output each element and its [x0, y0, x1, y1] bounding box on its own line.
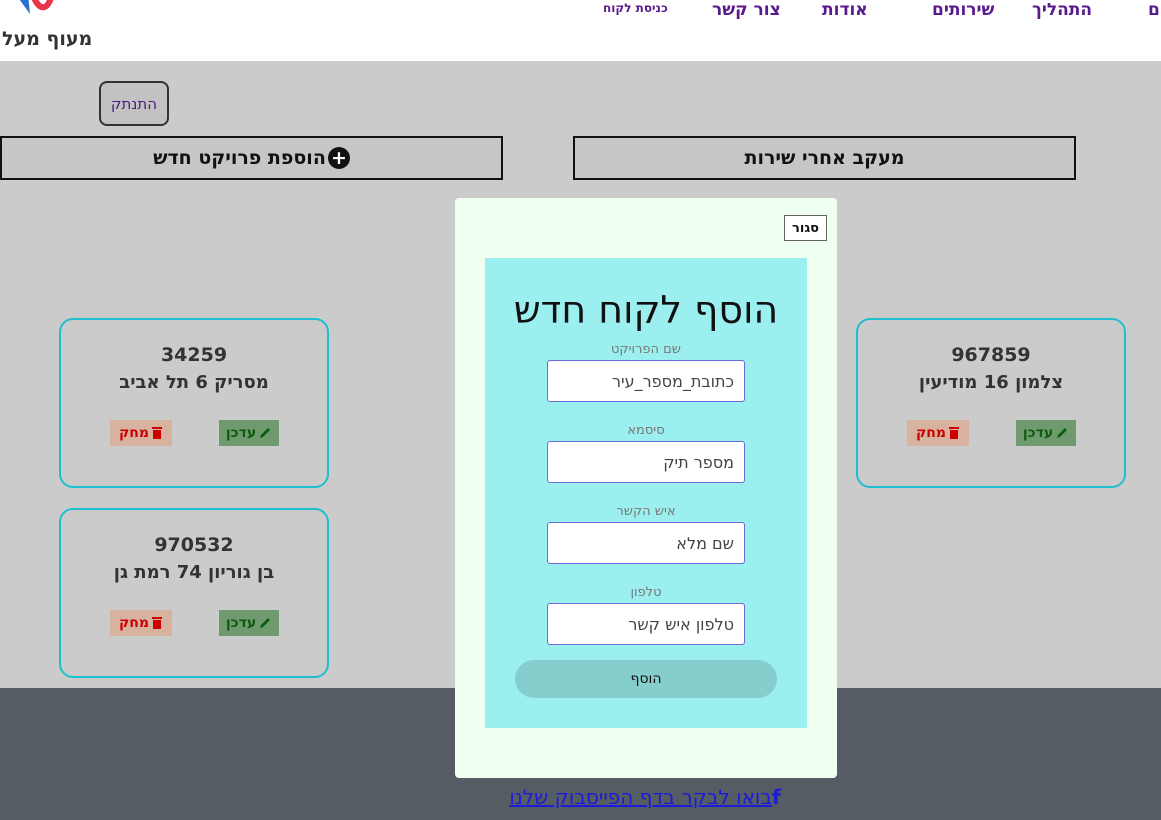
service-tracking-button[interactable]: מעקב אחרי שירות [573, 136, 1076, 180]
delete-label: מחק [118, 425, 150, 441]
nav-item-client-login[interactable]: כניסת לקוח [603, 1, 668, 15]
service-tracking-label: מעקב אחרי שירות [744, 147, 905, 169]
nav-item-services[interactable]: שירותים [932, 0, 994, 20]
edit-button[interactable]: עדכן [219, 610, 279, 636]
logo-icon[interactable] [8, 0, 56, 22]
trash-icon [152, 427, 163, 439]
delete-button[interactable]: מחק [110, 610, 172, 636]
edit-label: עדכן [225, 615, 257, 631]
site-header: מעוף מעל ם התהליך שירותים אודות צור קשר … [0, 0, 1161, 61]
logout-button[interactable]: התנתק [99, 81, 169, 126]
facebook-icon: f [771, 785, 781, 809]
edit-button[interactable]: עדכן [1016, 420, 1076, 446]
edit-label: עדכן [1022, 425, 1054, 441]
nav-item-about[interactable]: אודות [822, 0, 868, 20]
add-client-form: הוסף לקוח חדש שם הפרויקט סיסמא איש הקשר … [485, 258, 807, 728]
facebook-link-text: בואו לבקר בדף הפייסבוק שלנו [509, 785, 772, 809]
delete-button[interactable]: מחק [907, 420, 969, 446]
add-client-modal: סגור הוסף לקוח חדש שם הפרויקט סיסמא איש … [455, 198, 837, 778]
trash-icon [152, 617, 163, 629]
project-address: צלמון 16 מודיעין [918, 372, 1064, 393]
close-button[interactable]: סגור [784, 215, 827, 241]
project-number: 970532 [154, 534, 234, 556]
project-address: מסריק 6 תל אביב [119, 372, 269, 393]
project-name-label: שם הפרויקט [610, 342, 682, 357]
nav-item-process[interactable]: התהליך [1032, 0, 1092, 20]
edit-label: עדכן [225, 425, 257, 441]
form-title: הוסף לקוח חדש [513, 288, 779, 332]
trash-icon [949, 427, 960, 439]
password-input[interactable] [547, 441, 745, 483]
facebook-link[interactable]: fבואו לבקר בדף הפייסבוק שלנו [0, 785, 1161, 809]
delete-label: מחק [118, 615, 150, 631]
add-project-button[interactable]: + הוספת פרויקט חדש [0, 136, 503, 180]
project-card: 34259 מסריק 6 תל אביב עדכן מחק [59, 318, 329, 488]
project-number: 967859 [951, 344, 1031, 366]
pencil-icon [260, 428, 271, 438]
delete-button[interactable]: מחק [110, 420, 172, 446]
password-label: סיסמא [627, 423, 665, 438]
project-name-input[interactable] [547, 360, 745, 402]
project-address: בן גוריון 74 רמת גן [113, 562, 275, 583]
project-number: 34259 [160, 344, 228, 366]
edit-button[interactable]: עדכן [219, 420, 279, 446]
contact-person-label: איש הקשר [616, 504, 676, 519]
project-card: 970532 בן גוריון 74 רמת גן עדכן מחק [59, 508, 329, 678]
project-card: 967859 צלמון 16 מודיעין עדכן מחק [856, 318, 1126, 488]
pencil-icon [260, 618, 271, 628]
nav-item-edge[interactable]: ם [1148, 0, 1160, 20]
add-project-label: הוספת פרויקט חדש [153, 147, 326, 169]
brand-name: מעוף מעל [2, 28, 93, 50]
delete-label: מחק [915, 425, 947, 441]
phone-label: טלפון [630, 585, 662, 600]
add-submit-button[interactable]: הוסף [515, 660, 777, 698]
plus-circle-icon: + [327, 147, 350, 169]
pencil-icon [1057, 428, 1068, 438]
nav-item-contact[interactable]: צור קשר [712, 0, 781, 20]
contact-person-input[interactable] [547, 522, 745, 564]
phone-input[interactable] [547, 603, 745, 645]
